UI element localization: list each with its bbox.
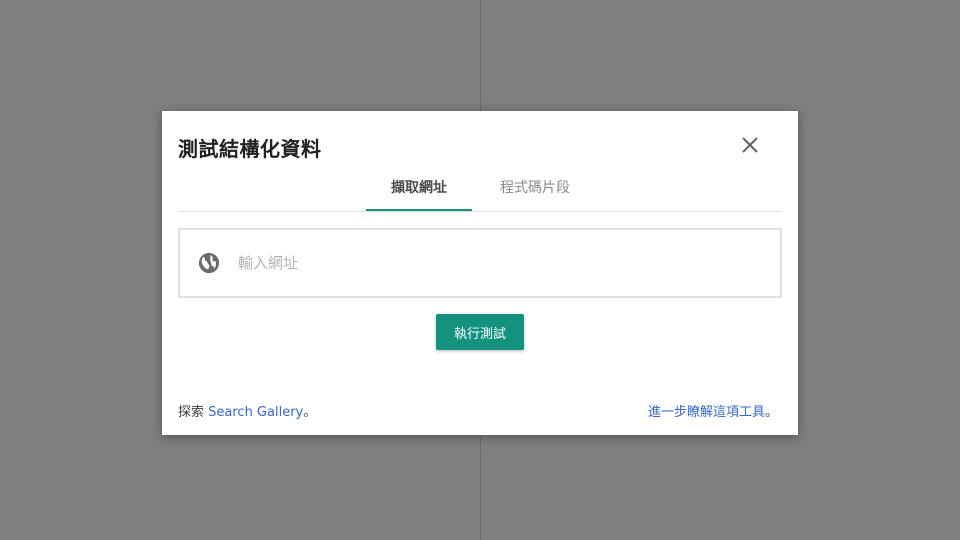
footer-learn-more: 進一步瞭解這項工具。 [648, 401, 778, 420]
search-gallery-link[interactable]: Search Gallery [208, 405, 303, 420]
close-button[interactable] [738, 133, 762, 157]
dialog-title: 測試結構化資料 [178, 137, 322, 161]
run-test-button[interactable]: 執行測試 [436, 314, 524, 350]
explore-suffix: 。 [303, 405, 317, 420]
tab-bar: 擷取網址 程式碼片段 [178, 171, 782, 212]
url-input[interactable] [236, 247, 760, 279]
test-structured-data-dialog: 測試結構化資料 擷取網址 程式碼片段 執行測試 探索 Search Galler… [162, 111, 798, 435]
explore-prefix: 探索 [178, 405, 209, 420]
footer-explore: 探索 Search Gallery。 [178, 401, 316, 420]
learn-more-link[interactable]: 進一步瞭解這項工具 [648, 405, 765, 420]
close-icon [742, 137, 758, 153]
learn-more-suffix: 。 [764, 405, 778, 420]
tab-fetch-url[interactable]: 擷取網址 [366, 171, 472, 211]
url-input-box [178, 228, 782, 298]
globe-icon [198, 252, 220, 274]
tab-code-snippet[interactable]: 程式碼片段 [482, 171, 588, 209]
